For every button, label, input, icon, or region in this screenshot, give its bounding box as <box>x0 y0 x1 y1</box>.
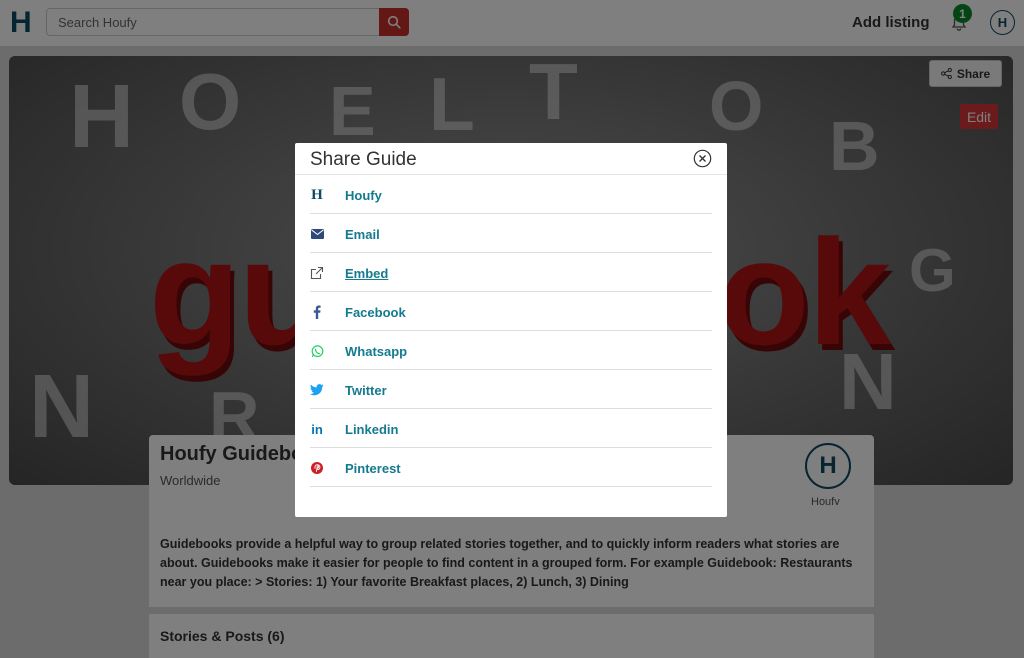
pinterest-icon <box>310 461 324 475</box>
share-option-twitter[interactable]: Twitter <box>310 370 712 409</box>
external-link-icon <box>310 266 324 280</box>
share-option-label: Facebook <box>345 305 406 320</box>
share-option-houfy[interactable]: H Houfy <box>310 175 712 214</box>
share-option-label: Pinterest <box>345 461 401 476</box>
share-option-linkedin[interactable]: in Linkedin <box>310 409 712 448</box>
share-option-label: Email <box>345 227 380 242</box>
facebook-icon <box>310 305 324 319</box>
share-option-whatsapp[interactable]: Whatsapp <box>310 331 712 370</box>
modal-title: Share Guide <box>310 149 417 170</box>
close-icon[interactable] <box>693 149 712 168</box>
linkedin-icon: in <box>311 421 323 437</box>
share-guide-modal: Share Guide H Houfy Email Embed Facebook… <box>295 143 727 517</box>
share-option-label: Twitter <box>345 383 387 398</box>
share-option-facebook[interactable]: Facebook <box>310 292 712 331</box>
share-option-pinterest[interactable]: Pinterest <box>310 448 712 487</box>
share-option-label: Linkedin <box>345 422 399 437</box>
share-option-label: Whatsapp <box>345 344 408 359</box>
share-option-label: Embed <box>345 266 389 281</box>
share-option-embed[interactable]: Embed <box>310 253 712 292</box>
share-option-label: Houfy <box>345 188 382 203</box>
envelope-icon <box>310 227 324 241</box>
houfy-logo-icon: H <box>311 186 323 203</box>
whatsapp-icon <box>310 344 324 358</box>
share-option-email[interactable]: Email <box>310 214 712 253</box>
twitter-icon <box>310 383 324 397</box>
